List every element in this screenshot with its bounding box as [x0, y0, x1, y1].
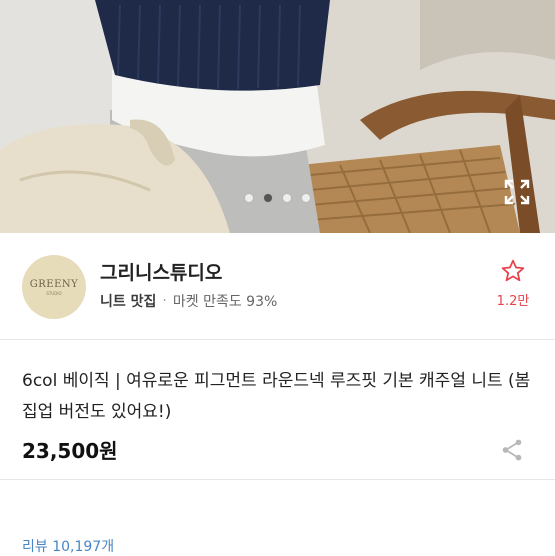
gallery-dot[interactable]	[283, 194, 291, 202]
product-image[interactable]	[0, 0, 555, 233]
star-outline-icon	[501, 259, 525, 282]
shop-logo[interactable]: GREENY STUDIO	[22, 255, 86, 319]
shop-name[interactable]: 그리니스튜디오	[100, 258, 222, 285]
shop-category: 니트 맛집	[100, 294, 157, 310]
gallery-dot[interactable]	[302, 194, 310, 202]
shop-info: GREENY STUDIO 그리니스튜디오 니트 맛집 · 마켓 만족도 93%…	[0, 233, 555, 340]
logo-text: GREENY	[29, 278, 79, 290]
logo-subtext: STUDIO	[46, 290, 62, 296]
favorite-button[interactable]: 1.2만	[495, 258, 531, 309]
share-icon[interactable]	[499, 437, 525, 463]
gallery-dot[interactable]	[264, 194, 272, 202]
favorite-count: 1.2만	[496, 294, 530, 309]
shop-satisfaction: 마켓 만족도 93%	[172, 294, 278, 310]
product-title: 6col 베이직 | 여유로운 피그먼트 라운드넥 루즈핏 기본 캐주얼 니트 …	[22, 371, 531, 422]
expand-icon[interactable]	[503, 178, 531, 206]
gallery-pagination	[0, 194, 555, 202]
gallery-dot[interactable]	[245, 194, 253, 202]
meta-separator: ·	[162, 293, 167, 309]
product-price: 23,500원	[22, 439, 118, 463]
product-info: 6col 베이직 | 여유로운 피그먼트 라운드넥 루즈핏 기본 캐주얼 니트 …	[0, 340, 555, 480]
review-count-link[interactable]: 리뷰 10,197개	[22, 536, 114, 556]
shop-meta: 니트 맛집 · 마켓 만족도 93%	[100, 291, 277, 311]
